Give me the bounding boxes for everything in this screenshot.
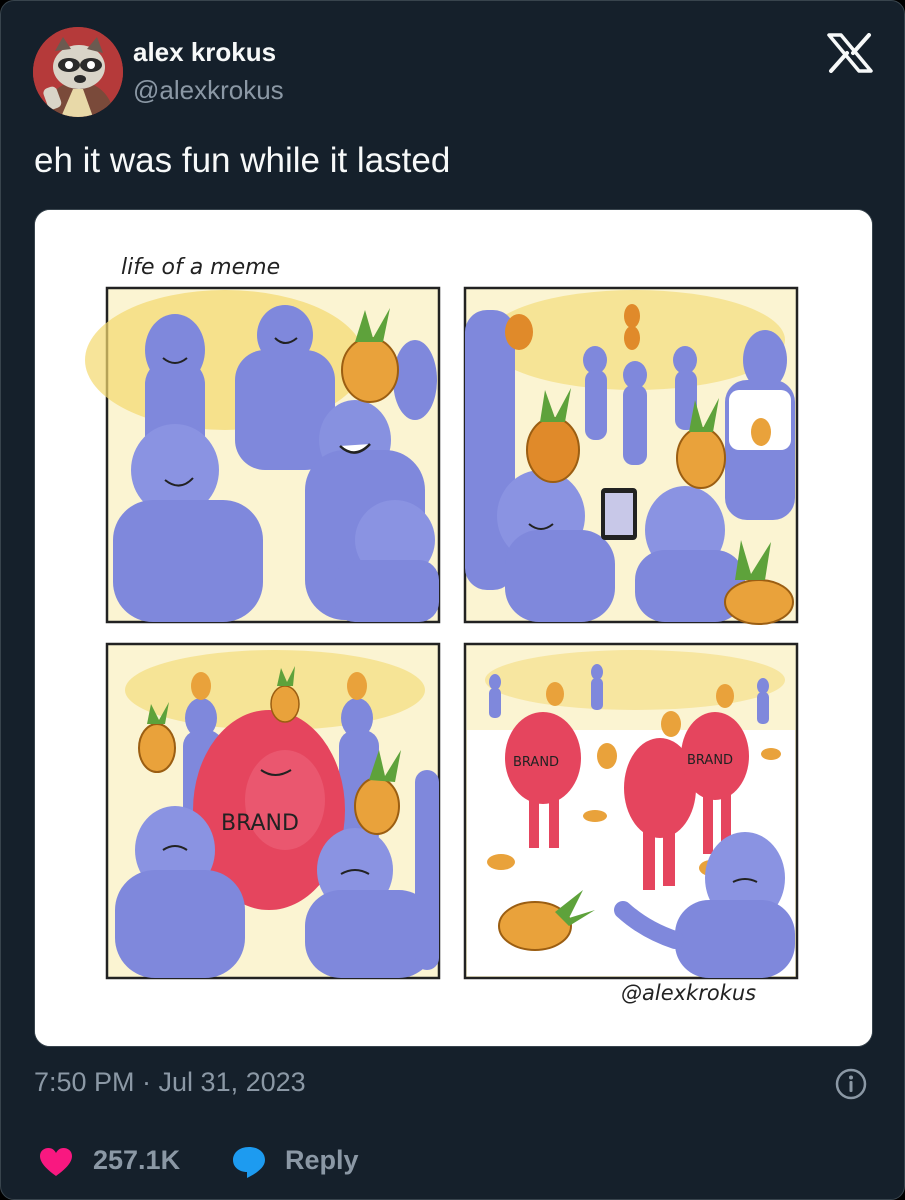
tweet-timestamp[interactable]: 7:50 PM · Jul 31, 2023 bbox=[34, 1067, 306, 1098]
tweet-text: eh it was fun while it lasted bbox=[34, 141, 451, 180]
comic-panel-1 bbox=[85, 286, 441, 624]
info-icon[interactable] bbox=[834, 1067, 868, 1101]
author-handle[interactable]: @alexkrokus bbox=[133, 75, 284, 106]
comic-panel-2 bbox=[463, 286, 799, 625]
heart-icon[interactable] bbox=[39, 1147, 73, 1177]
comic-panel-3: BRAND bbox=[105, 642, 441, 980]
brand-label-panel-4-right: BRAND bbox=[687, 753, 733, 768]
brand-label-panel-4-left: BRAND bbox=[513, 755, 559, 770]
comic-signature: @alexkrokus bbox=[621, 981, 756, 1005]
tweet-card: alex krokus @alexkrokus eh it was fun wh… bbox=[0, 0, 905, 1200]
comic-title: life of a meme bbox=[121, 255, 280, 280]
comic-panel-4: BRAND BRAND bbox=[463, 642, 799, 980]
speech-bubble-icon[interactable] bbox=[231, 1145, 267, 1179]
author-avatar[interactable] bbox=[33, 27, 123, 117]
tweet-media-image[interactable]: life of a meme BRAND BRAND BRAND @alexkr… bbox=[34, 209, 873, 1047]
raccoon-avatar-icon bbox=[33, 27, 123, 117]
like-count[interactable]: 257.1K bbox=[93, 1145, 180, 1176]
brand-label-panel-3: BRAND bbox=[221, 811, 299, 836]
comic-illustration: life of a meme BRAND BRAND BRAND @alexkr… bbox=[35, 210, 872, 1046]
author-display-name[interactable]: alex krokus bbox=[133, 37, 276, 68]
x-logo-icon[interactable] bbox=[827, 33, 873, 73]
reply-button[interactable]: Reply bbox=[285, 1145, 359, 1176]
